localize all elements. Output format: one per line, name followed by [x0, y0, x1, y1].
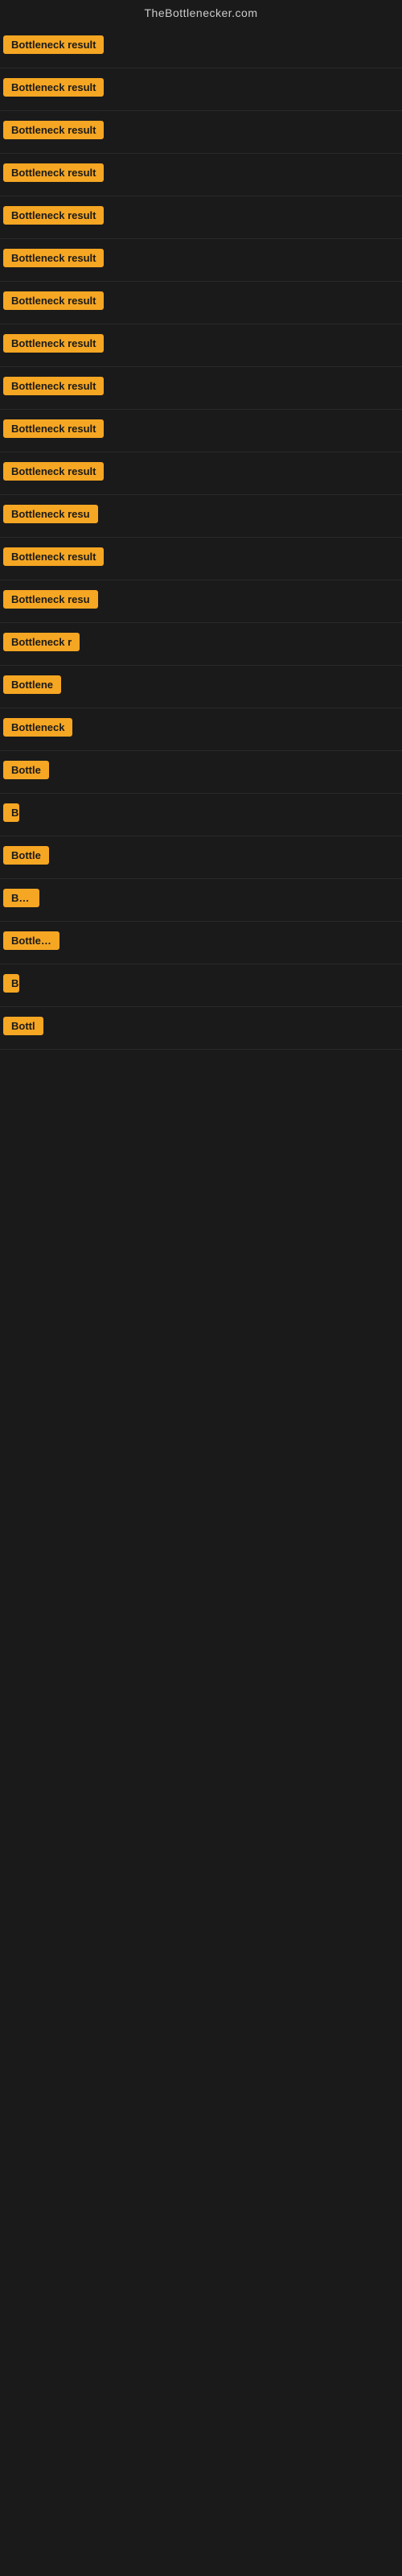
result-row: Bottl [0, 1007, 402, 1050]
bottleneck-badge[interactable]: Bottleneck resu [3, 590, 98, 609]
result-row: Bottleneck result [0, 452, 402, 495]
bottleneck-badge[interactable]: Bottleneck result [3, 334, 104, 353]
result-row: Bottleneck result [0, 239, 402, 282]
bottleneck-badge[interactable]: Bottlens [3, 931, 59, 950]
result-row: B [0, 964, 402, 1007]
result-row: Bottleneck result [0, 154, 402, 196]
result-row: Bottleneck result [0, 538, 402, 580]
result-row: Bottleneck resu [0, 580, 402, 623]
result-row: Bottleneck resu [0, 495, 402, 538]
bottleneck-badge[interactable]: Bottleneck result [3, 163, 104, 182]
result-row: Bottlens [0, 922, 402, 964]
bottleneck-badge[interactable]: Bott [3, 889, 39, 907]
result-row: Bottleneck result [0, 410, 402, 452]
bottleneck-badge[interactable]: Bottle [3, 846, 49, 865]
result-row: Bottleneck result [0, 196, 402, 239]
result-row: Bottleneck result [0, 111, 402, 154]
results-list: Bottleneck result Bottleneck result Bottle… [0, 26, 402, 1050]
bottleneck-badge[interactable]: Bottleneck result [3, 377, 104, 395]
bottleneck-badge[interactable]: B [3, 974, 19, 993]
bottleneck-badge[interactable]: B [3, 803, 19, 822]
result-row: Bottlene [0, 666, 402, 708]
result-row: Bottleneck result [0, 68, 402, 111]
result-row: Bottleneck result [0, 282, 402, 324]
bottleneck-badge[interactable]: Bottleneck result [3, 291, 104, 310]
site-title: TheBottlenecker.com [0, 0, 402, 26]
result-row: Bottle [0, 751, 402, 794]
bottleneck-badge[interactable]: Bottle [3, 761, 49, 779]
bottleneck-badge[interactable]: Bottleneck result [3, 121, 104, 139]
bottleneck-badge[interactable]: Bottleneck r [3, 633, 80, 651]
bottleneck-badge[interactable]: Bottleneck [3, 718, 72, 737]
bottleneck-badge[interactable]: Bottleneck resu [3, 505, 98, 523]
bottleneck-badge[interactable]: Bottleneck result [3, 419, 104, 438]
result-row: Bottleneck result [0, 26, 402, 68]
bottleneck-badge[interactable]: Bottleneck result [3, 462, 104, 481]
result-row: Bottleneck [0, 708, 402, 751]
result-row: Bottleneck result [0, 367, 402, 410]
result-row: Bottle [0, 836, 402, 879]
bottleneck-badge[interactable]: Bottleneck result [3, 78, 104, 97]
site-header: TheBottlenecker.com [0, 0, 402, 26]
result-row: B [0, 794, 402, 836]
bottleneck-badge[interactable]: Bottl [3, 1017, 43, 1035]
bottleneck-badge[interactable]: Bottleneck result [3, 35, 104, 54]
bottleneck-badge[interactable]: Bottleneck result [3, 547, 104, 566]
result-row: Bott [0, 879, 402, 922]
result-row: Bottleneck r [0, 623, 402, 666]
bottleneck-badge[interactable]: Bottleneck result [3, 206, 104, 225]
bottleneck-badge[interactable]: Bottlene [3, 675, 61, 694]
result-row: Bottleneck result [0, 324, 402, 367]
bottleneck-badge[interactable]: Bottleneck result [3, 249, 104, 267]
